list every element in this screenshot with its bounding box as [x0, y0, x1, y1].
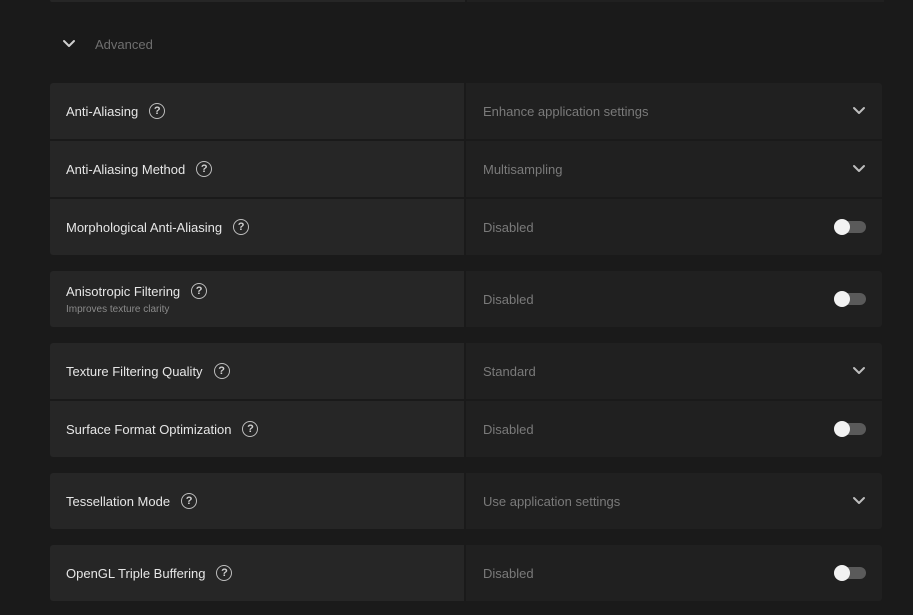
setting-row-opengl-triple-buffering: OpenGL Triple Buffering ? Disabled: [50, 545, 882, 601]
toggle-state-text: Disabled: [482, 291, 534, 307]
setting-label: Surface Format Optimization: [66, 421, 232, 437]
surface-format-optimization-toggle[interactable]: [834, 421, 866, 437]
section-title: Advanced: [95, 36, 153, 52]
texture-group: Texture Filtering Quality ? Standard Sur…: [50, 343, 882, 457]
anti-aliasing-group: Anti-Aliasing ? Enhance application sett…: [50, 83, 882, 255]
chevron-down-icon: [852, 364, 866, 378]
surface-format-optimization-cell: Disabled: [465, 401, 882, 457]
anisotropic-filtering-group: Anisotropic Filtering ? Improves texture…: [50, 271, 882, 327]
anti-aliasing-dropdown[interactable]: Enhance application settings: [465, 83, 882, 139]
setting-row-surface-format-optimization: Surface Format Optimization ? Disabled: [50, 401, 882, 457]
chevron-down-icon: [852, 494, 866, 508]
advanced-section-header[interactable]: Advanced: [62, 30, 153, 58]
morphological-anti-aliasing-cell: Disabled: [465, 199, 882, 255]
setting-row-anti-aliasing: Anti-Aliasing ? Enhance application sett…: [50, 83, 882, 139]
setting-label: Morphological Anti-Aliasing: [66, 219, 223, 235]
setting-row-anisotropic-filtering: Anisotropic Filtering ? Improves texture…: [50, 271, 882, 327]
setting-label: Anisotropic Filtering: [66, 283, 181, 299]
setting-label: Anti-Aliasing Method: [66, 161, 186, 177]
previous-row-edge: [50, 0, 884, 2]
anisotropic-filtering-toggle[interactable]: [834, 291, 866, 307]
dropdown-value: Use application settings: [482, 493, 621, 509]
chevron-down-icon: [852, 104, 866, 118]
setting-label: Anti-Aliasing: [66, 103, 139, 119]
toggle-state-text: Disabled: [482, 421, 534, 437]
opengl-triple-buffering-cell: Disabled: [465, 545, 882, 601]
help-icon[interactable]: ?: [216, 565, 233, 581]
dropdown-value: Standard: [482, 363, 536, 379]
help-icon[interactable]: ?: [191, 283, 208, 299]
opengl-group: OpenGL Triple Buffering ? Disabled: [50, 545, 882, 601]
texture-filtering-quality-dropdown[interactable]: Standard: [465, 343, 882, 399]
setting-description: Improves texture clarity: [66, 304, 170, 315]
advanced-settings-page: Advanced Anti-Aliasing ? Enhance applica…: [0, 0, 913, 615]
help-icon[interactable]: ?: [196, 161, 213, 177]
setting-row-anti-aliasing-method: Anti-Aliasing Method ? Multisampling: [50, 141, 882, 197]
chevron-down-icon: [852, 162, 866, 176]
opengl-triple-buffering-toggle[interactable]: [834, 565, 866, 581]
chevron-down-icon: [62, 37, 76, 51]
setting-row-morphological-anti-aliasing: Morphological Anti-Aliasing ? Disabled: [50, 199, 882, 255]
setting-label: Tessellation Mode: [66, 493, 171, 509]
dropdown-value: Multisampling: [482, 161, 563, 177]
help-icon[interactable]: ?: [233, 219, 250, 235]
toggle-state-text: Disabled: [482, 565, 534, 581]
setting-label: OpenGL Triple Buffering: [66, 565, 206, 581]
help-icon[interactable]: ?: [213, 363, 230, 379]
help-icon[interactable]: ?: [181, 493, 198, 509]
tessellation-mode-dropdown[interactable]: Use application settings: [465, 473, 882, 529]
help-icon[interactable]: ?: [242, 421, 259, 437]
anisotropic-filtering-cell: Disabled: [465, 271, 882, 327]
setting-row-texture-filtering-quality: Texture Filtering Quality ? Standard: [50, 343, 882, 399]
dropdown-value: Enhance application settings: [482, 103, 649, 119]
setting-row-tessellation-mode: Tessellation Mode ? Use application sett…: [50, 473, 882, 529]
tessellation-group: Tessellation Mode ? Use application sett…: [50, 473, 882, 529]
help-icon[interactable]: ?: [149, 103, 166, 119]
setting-label: Texture Filtering Quality: [66, 363, 203, 379]
toggle-state-text: Disabled: [482, 219, 534, 235]
morphological-anti-aliasing-toggle[interactable]: [834, 219, 866, 235]
anti-aliasing-method-dropdown[interactable]: Multisampling: [465, 141, 882, 197]
